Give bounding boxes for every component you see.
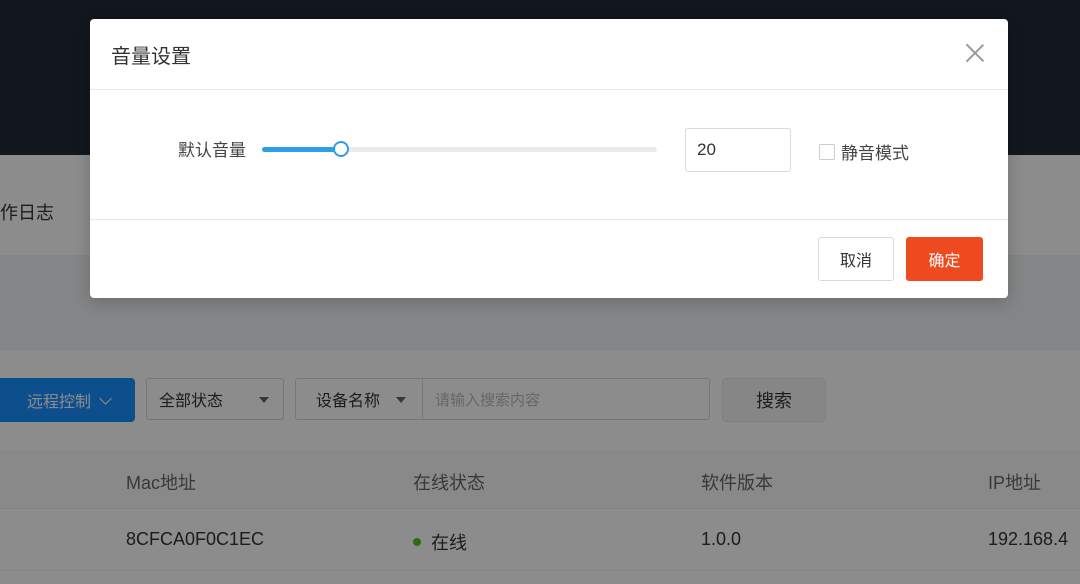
default-volume-label: 默认音量	[178, 141, 246, 160]
volume-input-value: 20	[697, 140, 716, 159]
mute-checkbox[interactable]	[819, 143, 835, 160]
volume-input[interactable]: 20	[685, 128, 791, 172]
volume-slider-handle[interactable]	[333, 141, 349, 157]
volume-slider[interactable]	[262, 141, 657, 157]
dialog-title: 音量设置	[111, 46, 191, 68]
dialog-footer: 取消 确定	[90, 219, 1008, 298]
close-icon[interactable]	[965, 43, 985, 63]
volume-slider-fill	[262, 147, 341, 152]
dialog-body: 默认音量 20 静音模式	[90, 89, 1008, 220]
mute-mode-label: 静音模式	[841, 144, 909, 163]
volume-settings-dialog: 音量设置 默认音量 20 静音模式 取消 确定	[90, 19, 1008, 298]
mute-mode-option[interactable]: 静音模式	[819, 139, 909, 164]
cancel-button[interactable]: 取消	[818, 237, 894, 281]
dialog-header: 音量设置	[90, 19, 1008, 90]
confirm-button[interactable]: 确定	[906, 237, 983, 281]
